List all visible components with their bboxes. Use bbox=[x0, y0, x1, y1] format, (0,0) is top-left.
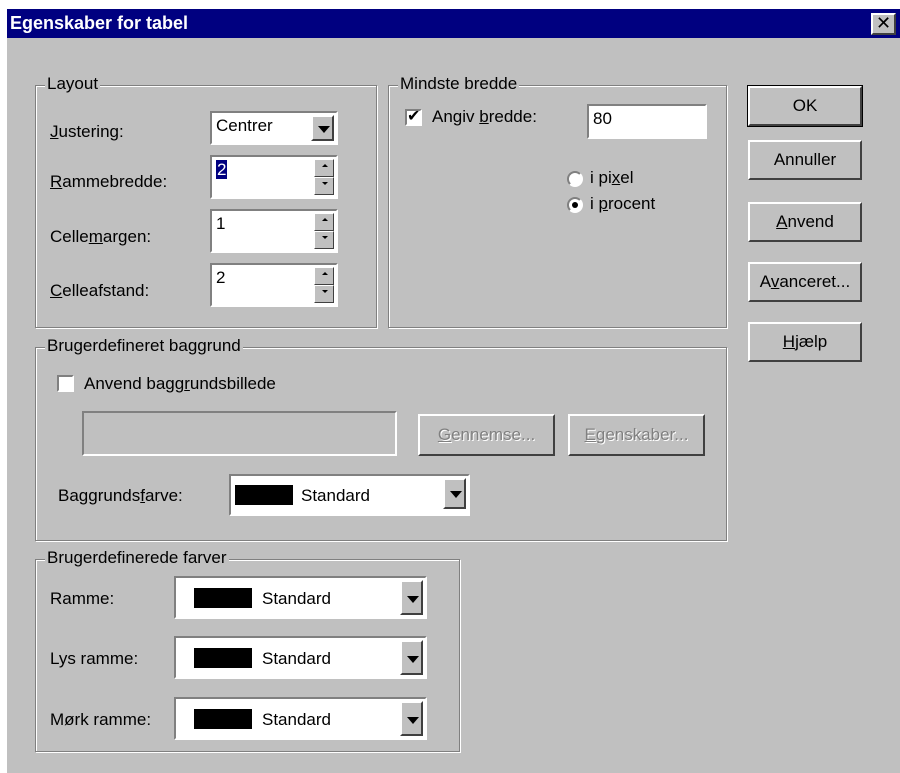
use-image-checkbox[interactable] bbox=[57, 375, 74, 392]
title-bar[interactable]: Egenskaber for tabel ✕ bbox=[7, 9, 900, 38]
border-width-spinner[interactable]: 2 bbox=[210, 155, 338, 199]
advanced-label: Avanceret... bbox=[759, 272, 851, 291]
apply-button[interactable]: Anvend bbox=[748, 202, 862, 242]
cancel-button[interactable]: Annuller bbox=[748, 140, 862, 180]
bg-color-swatch bbox=[235, 485, 293, 505]
border-color-label: Ramme: bbox=[50, 589, 115, 608]
cell-margin-up-button[interactable] bbox=[314, 213, 334, 231]
bg-color-dropdown-button[interactable] bbox=[443, 478, 466, 509]
cell-spacing-spinner[interactable]: 2 bbox=[210, 263, 338, 307]
cell-margin-label: Cellemargen: bbox=[50, 227, 152, 246]
light-border-select[interactable]: Standard bbox=[174, 636, 427, 679]
min-width-legend: Mindste bredde bbox=[398, 74, 520, 94]
arrow-down-icon bbox=[322, 236, 328, 239]
cell-spacing-value[interactable]: 2 bbox=[216, 268, 225, 288]
cell-margin-spin bbox=[314, 213, 334, 249]
ok-button[interactable]: OK bbox=[747, 85, 863, 127]
dark-border-swatch bbox=[194, 709, 252, 729]
light-border-label: Lys ramme: bbox=[50, 649, 139, 668]
percent-radio[interactable] bbox=[567, 197, 583, 213]
border-color-dropdown-button[interactable] bbox=[400, 580, 423, 615]
cell-margin-spinner[interactable]: 1 bbox=[210, 209, 338, 253]
pixel-label: i pixel bbox=[590, 168, 634, 187]
browse-label: Gennemse... bbox=[437, 425, 536, 444]
alignment-select[interactable]: Centrer bbox=[210, 111, 338, 145]
help-label: Hjælp bbox=[782, 332, 828, 351]
chevron-down-icon bbox=[318, 126, 330, 133]
dark-border-value: Standard bbox=[262, 710, 331, 729]
dark-border-dropdown-button[interactable] bbox=[400, 701, 423, 736]
border-width-spin bbox=[314, 159, 334, 195]
alignment-label: Justering: bbox=[50, 122, 124, 141]
bg-color-label: Baggrundsfarve: bbox=[58, 486, 183, 505]
arrow-down-icon bbox=[322, 182, 328, 185]
width-value: 80 bbox=[593, 109, 612, 128]
bg-color-value: Standard bbox=[301, 486, 370, 505]
browse-button: Gennemse... bbox=[418, 414, 555, 456]
border-width-down-button[interactable] bbox=[314, 177, 334, 195]
width-input[interactable]: 80 bbox=[587, 104, 707, 139]
border-width-up-button[interactable] bbox=[314, 159, 334, 177]
image-path-input bbox=[82, 411, 397, 456]
dialog-window: Egenskaber for tabel ✕ Layout Justering:… bbox=[7, 9, 900, 773]
specify-width-checkbox[interactable]: ✔ bbox=[405, 108, 422, 126]
background-legend: Brugerdefineret baggrund bbox=[45, 336, 243, 356]
border-color-swatch bbox=[194, 588, 252, 608]
help-button[interactable]: Hjælp bbox=[748, 322, 862, 362]
bg-color-select[interactable]: Standard bbox=[229, 474, 470, 516]
cancel-label: Annuller bbox=[773, 150, 837, 169]
radio-dot-icon bbox=[572, 202, 578, 208]
cell-spacing-label: Celleafstand: bbox=[50, 281, 150, 300]
cell-spacing-down-button[interactable] bbox=[314, 285, 334, 303]
properties-button: Egenskaber... bbox=[568, 414, 705, 456]
chevron-down-icon bbox=[450, 491, 462, 498]
alignment-dropdown-button[interactable] bbox=[311, 115, 334, 141]
light-border-swatch bbox=[194, 648, 252, 668]
use-image-label: Anvend baggrundsbillede bbox=[84, 374, 276, 393]
dark-border-label: Mørk ramme: bbox=[50, 710, 152, 729]
custom-colors-legend: Brugerdefinerede farver bbox=[45, 548, 229, 568]
arrow-up-icon bbox=[322, 218, 328, 221]
advanced-button[interactable]: Avanceret... bbox=[748, 262, 862, 302]
cell-spacing-up-button[interactable] bbox=[314, 267, 334, 285]
check-icon: ✔ bbox=[407, 108, 421, 125]
arrow-up-icon bbox=[322, 164, 328, 167]
properties-label: Egenskaber... bbox=[584, 425, 689, 444]
percent-label: i procent bbox=[590, 194, 656, 213]
border-color-select[interactable]: Standard bbox=[174, 576, 427, 619]
border-width-value[interactable]: 2 bbox=[216, 160, 228, 179]
alignment-value: Centrer bbox=[216, 116, 273, 135]
close-icon: ✕ bbox=[875, 13, 892, 33]
apply-label: Anvend bbox=[776, 212, 834, 231]
cell-margin-value[interactable]: 1 bbox=[216, 214, 225, 234]
dark-border-select[interactable]: Standard bbox=[174, 697, 427, 740]
border-color-value: Standard bbox=[262, 589, 331, 608]
chevron-down-icon bbox=[407, 596, 419, 603]
cell-spacing-spin bbox=[314, 267, 334, 303]
chevron-down-icon bbox=[407, 656, 419, 663]
ok-label: OK bbox=[792, 96, 818, 115]
chevron-down-icon bbox=[407, 717, 419, 724]
arrow-down-icon bbox=[322, 290, 328, 293]
dialog-title: Egenskaber for tabel bbox=[10, 13, 189, 33]
specify-width-label: Angiv bredde: bbox=[432, 107, 537, 126]
light-border-value: Standard bbox=[262, 649, 331, 668]
arrow-up-icon bbox=[322, 272, 328, 275]
cell-margin-down-button[interactable] bbox=[314, 231, 334, 249]
border-width-label: Rammebredde: bbox=[50, 172, 168, 191]
pixel-radio[interactable] bbox=[567, 171, 583, 187]
light-border-dropdown-button[interactable] bbox=[400, 640, 423, 675]
layout-legend: Layout bbox=[45, 74, 101, 94]
close-button[interactable]: ✕ bbox=[871, 13, 896, 35]
